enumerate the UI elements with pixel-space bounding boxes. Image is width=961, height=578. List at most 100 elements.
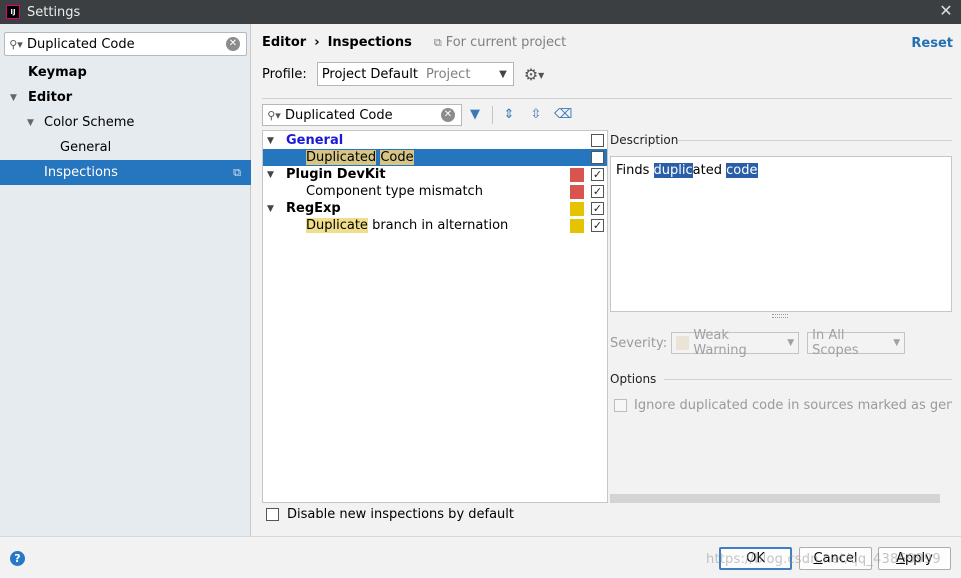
project-scope-icon: ⧉ — [233, 165, 241, 179]
cancel-mnemonic: C — [813, 551, 823, 566]
cancel-label: ancel — [822, 551, 858, 566]
breadcrumb-separator: › — [314, 35, 320, 50]
chevron-down-icon[interactable]: ▼ — [27, 118, 34, 128]
chevron-down-icon[interactable]: ▼ — [267, 170, 274, 180]
sidebar-item-color-scheme[interactable]: ▼ Color Scheme — [0, 110, 251, 135]
sidebar-item-label: Keymap — [28, 65, 87, 80]
splitter-grip[interactable] — [772, 314, 788, 318]
sidebar-item-label: Color Scheme — [44, 115, 135, 130]
divider — [664, 379, 952, 380]
description-selection: code — [726, 163, 758, 178]
match-highlight: Code — [380, 150, 414, 165]
divider — [678, 140, 952, 141]
settings-search-input[interactable]: ⚲▾ Duplicated Code ✕ — [4, 32, 247, 56]
sidebar-item-editor[interactable]: ▼ Editor — [0, 85, 251, 110]
help-icon[interactable]: ? — [10, 551, 25, 566]
intellij-app-icon: IJ — [6, 5, 20, 19]
description-box[interactable]: Finds duplicated code — [610, 156, 952, 312]
tree-row-plugin-devkit[interactable]: ▼ Plugin DevKit ✓ — [263, 166, 607, 183]
tree-row-regexp[interactable]: ▼ RegExp ✓ — [263, 200, 607, 217]
profile-value: Project Default — [321, 66, 418, 82]
close-icon[interactable]: ✕ — [937, 2, 955, 20]
ignore-generated-checkbox[interactable] — [614, 399, 627, 412]
enable-checkbox[interactable]: ✓ — [591, 185, 604, 198]
severity-row: Severity: Weak Warning ▼ In All Scopes ▼ — [610, 328, 906, 358]
profile-select[interactable]: Project Default Project ▼ — [316, 62, 514, 86]
window-titlebar: IJ Settings ✕ — [0, 0, 961, 24]
chevron-down-icon: ▼ — [787, 338, 795, 348]
filter-icon[interactable]: ▼ — [466, 106, 484, 124]
gear-icon[interactable]: ⚙▼ — [524, 65, 545, 84]
scope-select[interactable]: In All Scopes ▼ — [807, 328, 906, 358]
description-text: ated — [692, 163, 722, 178]
tree-row-general[interactable]: ▼ General — [263, 132, 607, 149]
description-title: Description — [610, 133, 679, 147]
divider — [262, 98, 952, 99]
inspection-filter-value: Duplicated Code — [285, 107, 393, 123]
apply-label: pply — [905, 551, 933, 566]
tree-row-duplicated-code[interactable]: Duplicated Code — [263, 149, 607, 166]
scope-value: In All Scopes — [812, 328, 859, 358]
sidebar-item-inspections[interactable]: Inspections ⧉ — [0, 160, 251, 185]
enable-checkbox[interactable] — [591, 151, 604, 164]
scope-note-text: For current project — [445, 35, 567, 50]
severity-value: Weak Warning — [693, 328, 747, 358]
severity-label: Severity: — [610, 335, 668, 351]
collapse-all-icon[interactable]: ⇳ — [527, 106, 545, 124]
options-title: Options — [610, 372, 657, 386]
ignore-generated-option[interactable]: Ignore duplicated code in sources marked… — [614, 398, 952, 413]
inspection-tree: ▼ General Duplicated Code ▼ Plugin DevKi… — [262, 130, 608, 503]
chevron-down-icon: ▼ — [499, 68, 507, 80]
chevron-down-icon[interactable]: ▼ — [267, 204, 274, 214]
tree-row-duplicate-branch[interactable]: Duplicate branch in alternation ✓ — [263, 217, 607, 234]
group-label: RegExp — [286, 201, 341, 216]
breadcrumb-inspections: Inspections — [327, 35, 412, 50]
inspection-label: Duplicate branch in alternation — [306, 218, 508, 233]
horizontal-scrollbar[interactable] — [610, 494, 940, 503]
enable-checkbox[interactable]: ✓ — [591, 168, 604, 181]
profile-sub: Project — [425, 66, 471, 82]
dialog-footer: ? OK Cancel Apply https://blog.csdn.net/… — [0, 536, 961, 578]
profile-row: Profile: Project Default Project ▼ ⚙▼ — [262, 62, 544, 86]
group-label: General — [286, 133, 344, 148]
expand-all-icon[interactable]: ⇕ — [500, 106, 518, 124]
enable-checkbox[interactable] — [591, 134, 604, 147]
severity-warning-swatch — [570, 201, 584, 216]
inspection-label: Duplicated Code — [306, 150, 414, 165]
chevron-down-icon[interactable]: ▼ — [267, 136, 274, 146]
sidebar-item-label: Inspections — [44, 165, 118, 180]
group-label: Plugin DevKit — [286, 167, 386, 182]
clear-filter-icon[interactable]: ✕ — [441, 108, 455, 122]
ignore-generated-label: Ignore duplicated code in sources marked… — [634, 398, 952, 413]
enable-checkbox[interactable]: ✓ — [591, 219, 604, 232]
clear-search-icon[interactable]: ✕ — [226, 37, 240, 51]
disable-new-checkbox[interactable] — [266, 508, 279, 521]
sidebar-item-keymap[interactable]: Keymap — [0, 60, 251, 85]
apply-button[interactable]: Apply — [878, 547, 951, 570]
inspection-filter-input[interactable]: ⚲▾ Duplicated Code ✕ — [262, 104, 462, 126]
severity-select[interactable]: Weak Warning ▼ — [671, 328, 800, 358]
toolbar-separator — [492, 106, 493, 124]
reset-link[interactable]: Reset — [911, 36, 953, 51]
cancel-button[interactable]: Cancel — [799, 547, 872, 570]
sidebar-item-general[interactable]: General — [0, 135, 251, 160]
disable-new-label: Disable new inspections by default — [287, 507, 515, 522]
tree-row-component-mismatch[interactable]: Component type mismatch ✓ — [263, 183, 607, 200]
inspection-label: Component type mismatch — [306, 184, 483, 199]
sidebar-item-label: Editor — [28, 90, 73, 105]
chevron-down-icon: ▼ — [893, 338, 901, 348]
settings-sidebar: ⚲▾ Duplicated Code ✕ Keymap ▼ Editor ▼ C… — [0, 24, 251, 536]
enable-checkbox[interactable]: ✓ — [591, 202, 604, 215]
severity-warning-swatch — [570, 218, 584, 233]
eraser-icon[interactable]: ⌫ — [554, 106, 572, 124]
ok-button[interactable]: OK — [719, 547, 792, 570]
settings-search-value: Duplicated Code — [27, 36, 135, 52]
chevron-down-icon[interactable]: ▼ — [10, 93, 17, 103]
search-icon: ⚲▾ — [267, 108, 281, 122]
weak-warning-swatch — [676, 336, 690, 350]
description-text: Finds — [616, 163, 654, 178]
description-selection: duplic — [653, 163, 693, 178]
project-scope-icon: ⧉ — [433, 35, 442, 49]
disable-new-inspections[interactable]: Disable new inspections by default — [266, 507, 514, 522]
inspection-label-rest: branch in alternation — [372, 218, 509, 233]
